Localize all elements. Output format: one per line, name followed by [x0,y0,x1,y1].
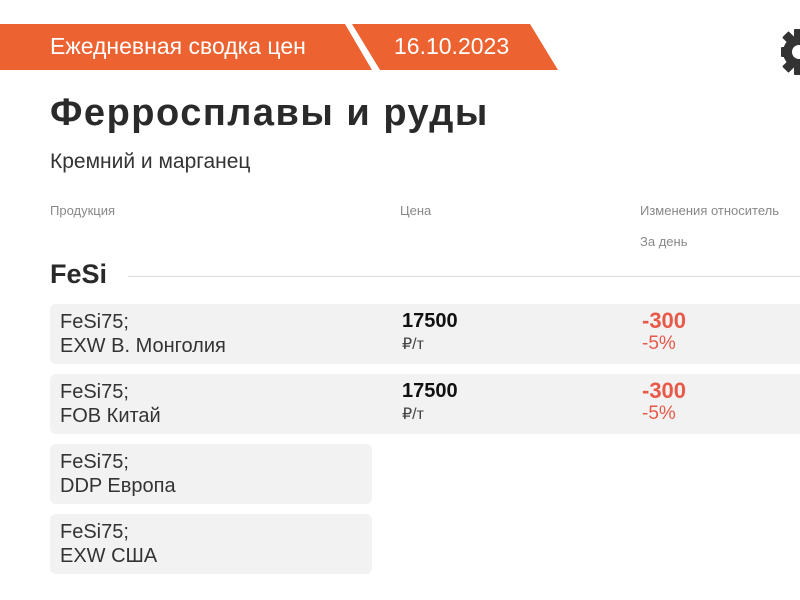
column-subheader-day: За день [640,234,688,249]
section-title: FeSi [50,259,108,289]
price-value: 17500 [402,380,458,402]
banner-date: 16.10.2023 [394,33,510,59]
table-row[interactable]: FeSi75; EXW США [50,514,372,574]
column-header-change: Изменения относитель [640,203,780,218]
product-name: FeSi75; FOB Китай [60,381,161,427]
table-row[interactable]: FeSi75; DDP Европа [50,444,372,504]
column-header-product: Продукция [50,203,116,218]
column-header-price: Цена [400,203,432,218]
product-name: FeSi75; EXW В. Монголия [60,311,226,357]
page-title: Ферросплавы и руды [50,92,489,134]
section-divider [128,276,800,277]
price-value: 17500 [402,310,458,332]
change-value: -300 [642,308,687,333]
product-name: FeSi75; DDP Европа [60,451,176,497]
header-banner: Ежедневная сводка цен 16.10.2023 [0,24,560,70]
table-row[interactable]: FeSi75; EXW В. Монголия 17500 ₽/т -300 -… [50,304,800,364]
price-unit: ₽/т [402,336,424,353]
price-unit: ₽/т [402,406,424,423]
product-name: FeSi75; EXW США [60,521,158,567]
table-row[interactable]: FeSi75; FOB Китай 17500 ₽/т -300 -5% [50,374,800,434]
change-percent: -5% [642,403,676,424]
page-subtitle: Кремний и марганец [50,150,251,173]
banner-title: Ежедневная сводка цен [50,33,306,59]
gear-icon[interactable] [780,28,800,76]
change-percent: -5% [642,333,676,354]
change-value: -300 [642,378,687,403]
